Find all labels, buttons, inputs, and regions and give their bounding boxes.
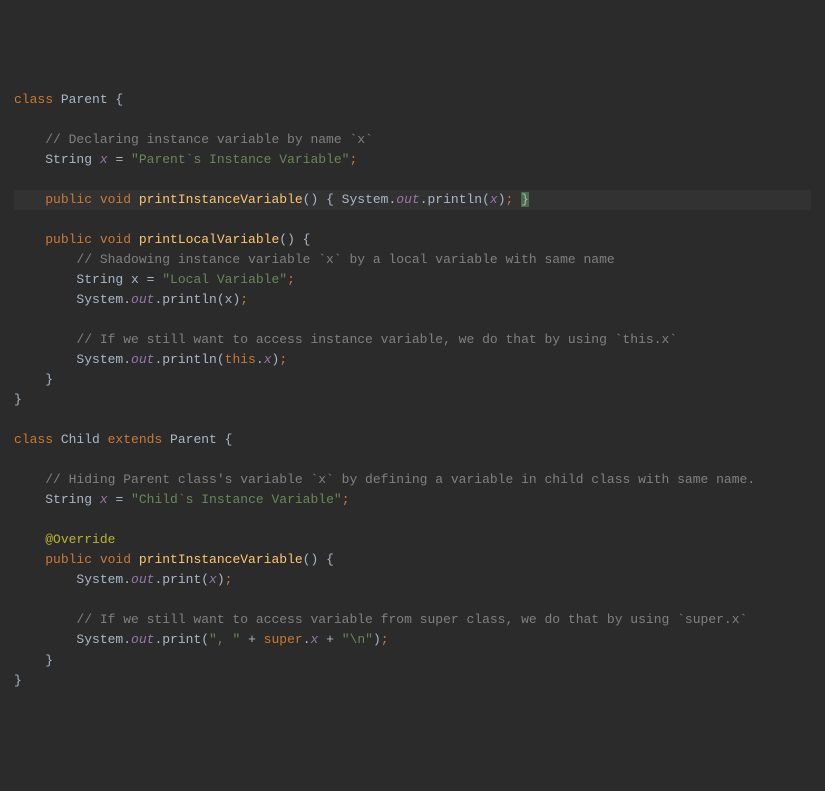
code-line: } [14, 651, 811, 671]
code-line: // Declaring instance variable by name `… [14, 130, 811, 150]
code-line-active: public void printInstanceVariable() { Sy… [14, 190, 811, 210]
code-line: // If we still want to access instance v… [14, 330, 811, 350]
code-editor[interactable]: class Parent { // Declaring instance var… [14, 90, 811, 690]
code-line: // Shadowing instance variable `x` by a … [14, 250, 811, 270]
code-line: System.out.println(this.x); [14, 350, 811, 370]
code-line: class Child extends Parent { [14, 430, 811, 450]
code-line: public void printInstanceVariable() { [14, 550, 811, 570]
code-line [14, 510, 811, 530]
code-line [14, 310, 811, 330]
code-line: class Parent { [14, 90, 811, 110]
code-line [14, 450, 811, 470]
code-line: String x = "Local Variable"; [14, 270, 811, 290]
code-line: System.out.print(x); [14, 570, 811, 590]
code-line: String x = "Child`s Instance Variable"; [14, 490, 811, 510]
code-line [14, 590, 811, 610]
code-line [14, 110, 811, 130]
code-line: } [14, 671, 811, 691]
cursor-position: } [521, 192, 529, 207]
code-line: System.out.println(x); [14, 290, 811, 310]
code-line [14, 210, 811, 230]
code-line: // If we still want to access variable f… [14, 610, 811, 630]
code-line: @Override [14, 530, 811, 550]
code-line: } [14, 390, 811, 410]
code-line: // Hiding Parent class's variable `x` by… [14, 470, 811, 490]
code-line: System.out.print(", " + super.x + "\n"); [14, 630, 811, 650]
code-line: public void printLocalVariable() { [14, 230, 811, 250]
code-line [14, 410, 811, 430]
code-line: String x = "Parent`s Instance Variable"; [14, 150, 811, 170]
code-line [14, 170, 811, 190]
code-line: } [14, 370, 811, 390]
